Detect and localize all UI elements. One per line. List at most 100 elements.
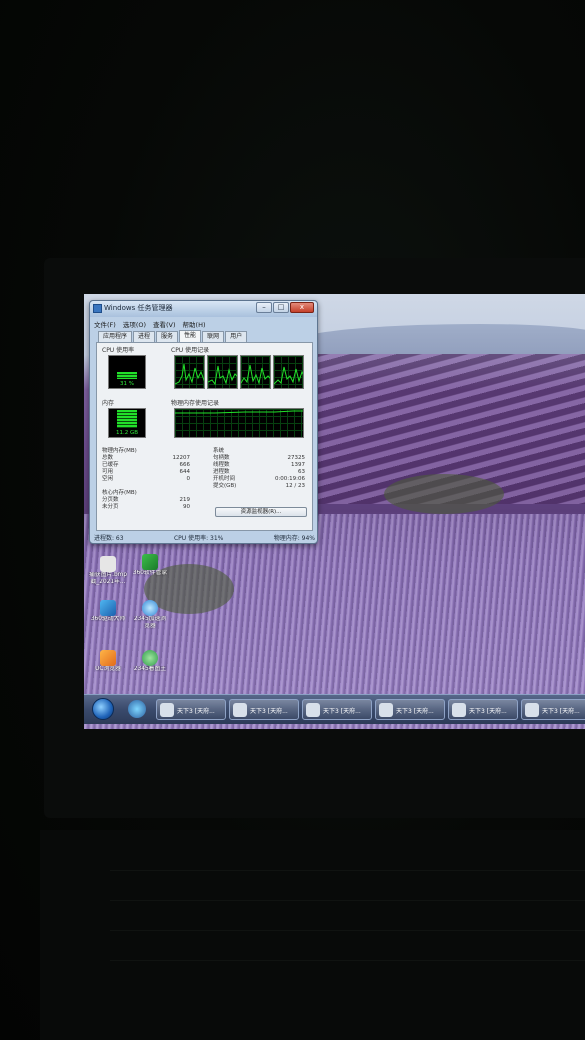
stat-label: 未分页	[102, 504, 119, 510]
cpu-history-graph-core-3	[240, 355, 271, 389]
game-icon	[452, 703, 466, 717]
game-icon	[379, 703, 393, 717]
tab-strip: 应用程序 进程 服务 性能 联网 用户	[98, 330, 248, 342]
desktop-icon-label: 览器	[144, 623, 156, 629]
taskbar-item[interactable]: 天下3 [天府...	[521, 699, 585, 720]
task-manager-window[interactable]: Windows 任务管理器 – □ x 文件(F) 选项(O) 查看(V) 帮助…	[89, 300, 318, 544]
2345-image-viewer-icon	[142, 650, 158, 666]
physical-memory-stats: 物理内存(MB) 总数 12207 已缓存 666 可用 644 空闲 0	[102, 447, 190, 483]
taskbar-item[interactable]: 天下3 [天府...	[229, 699, 299, 720]
desktop-icon-2345-image-viewer[interactable]: 2345看图王	[128, 650, 172, 673]
game-icon	[306, 703, 320, 717]
stat-row: 提交(GB) 12 / 23	[213, 483, 305, 490]
stat-row: 开机时间 0:00:19:06	[213, 476, 305, 483]
cpu-usage-readout: 31 %	[120, 381, 134, 387]
menu-file[interactable]: 文件(F)	[94, 319, 116, 329]
memory-history-graph	[174, 408, 304, 438]
desktop-icon-label: UC浏览器	[95, 666, 121, 672]
stat-label: 空闲	[102, 476, 114, 482]
maximize-button[interactable]: □	[273, 302, 289, 313]
quick-launch-icon[interactable]	[128, 700, 146, 718]
system-stats: 系统 句柄数 27325 线程数 1397 进程数 63 开机时间 0:00:19:06…	[213, 447, 305, 490]
cpu-history-graph-core-1	[174, 355, 205, 389]
taskbar-item-label: 天下3 [天府...	[396, 708, 434, 715]
stat-label: 开机时间	[213, 476, 236, 482]
cpu-history-graph-core-4	[273, 355, 304, 389]
stat-value: 1397	[291, 462, 305, 468]
desktop-icon-label: 捕获图片.bmp	[88, 572, 128, 578]
desktop-icon-screenshot[interactable]: 捕获图片.bmp 截_2021年...	[86, 556, 130, 586]
desktop-icon-label: 360驱动大师	[90, 616, 126, 622]
taskbar-item[interactable]: 天下3 [天府...	[302, 699, 372, 720]
start-button[interactable]	[92, 698, 114, 720]
memory-meter: 11.2 GB	[108, 408, 146, 438]
taskbar-item-label: 天下3 [天府...	[469, 708, 507, 715]
stat-row: 句柄数 27325	[213, 455, 305, 462]
tab-users[interactable]: 用户	[225, 331, 248, 342]
stat-value: 0	[186, 476, 191, 482]
stat-row: 线程数 1397	[213, 462, 305, 469]
tab-performance[interactable]: 性能	[179, 330, 202, 342]
window-title: Windows 任务管理器	[104, 304, 173, 312]
stat-value: 27325	[287, 455, 306, 461]
stat-value: 0:00:19:06	[274, 476, 305, 482]
stat-row: 可用 644	[102, 469, 190, 476]
cpu-history-label: CPU 使用记录	[171, 347, 210, 354]
menu-options[interactable]: 选项(O)	[123, 319, 146, 329]
status-cpu: CPU 使用率: 31%	[173, 535, 224, 542]
tab-applications[interactable]: 应用程序	[98, 331, 133, 342]
taskbar-item-label: 天下3 [天府...	[250, 708, 288, 715]
stat-label: 线程数	[213, 462, 230, 468]
desktop-icon-2345-browser[interactable]: 2345加速浏 览器	[128, 600, 172, 630]
cpu-usage-bar	[117, 372, 137, 379]
cpu-usage-label: CPU 使用率	[102, 347, 135, 354]
memory-usage-bar	[117, 410, 137, 428]
game-icon	[233, 703, 247, 717]
keyboard-area	[40, 830, 585, 1040]
stat-label: 分页数	[102, 497, 119, 503]
taskbar-item[interactable]: 天下3 [天府...	[156, 699, 226, 720]
kernel-memory-title: 核心内存(MB)	[102, 490, 137, 496]
stat-label: 提交(GB)	[213, 483, 237, 489]
desktop-icon-360-software-manager[interactable]: 360软件管家	[128, 554, 172, 577]
stat-row: 分页数 219	[102, 497, 190, 504]
stat-row: 已缓存 666	[102, 462, 190, 469]
tab-networking[interactable]: 联网	[202, 331, 225, 342]
desktop-icon-360-driver-master[interactable]: 360驱动大师	[86, 600, 130, 623]
wallpaper-mountains	[294, 324, 585, 354]
desktop-icon-label: 2345看图王	[133, 666, 167, 672]
stat-value: 644	[179, 469, 191, 475]
game-icon	[525, 703, 539, 717]
stat-value: 63	[298, 469, 305, 475]
image-file-icon	[100, 556, 116, 572]
taskbar-item-label: 天下3 [天府...	[177, 708, 215, 715]
title-bar[interactable]: Windows 任务管理器 – □ x	[90, 301, 317, 317]
menu-view[interactable]: 查看(V)	[153, 319, 176, 329]
desktop-icon-uc-browser[interactable]: UC浏览器	[86, 650, 130, 673]
360-software-manager-icon	[142, 554, 158, 570]
status-memory: 物理内存: 94%	[273, 535, 315, 542]
memory-readout: 11.2 GB	[115, 430, 139, 436]
tab-processes[interactable]: 进程	[133, 331, 156, 342]
performance-panel: CPU 使用率 31 % CPU 使用记录 内存 11.2 GB 物理内存使用记…	[96, 342, 313, 531]
taskbar-item[interactable]: 天下3 [天府...	[375, 699, 445, 720]
cpu-usage-meter: 31 %	[108, 355, 146, 389]
close-button[interactable]: x	[290, 302, 314, 313]
taskbar-item[interactable]: 天下3 [天府...	[448, 699, 518, 720]
stat-row: 空闲 0	[102, 476, 190, 483]
status-bar: 进程数: 63 CPU 使用率: 31% 物理内存: 94%	[94, 533, 315, 542]
menu-help[interactable]: 帮助(H)	[183, 319, 206, 329]
minimize-button[interactable]: –	[256, 302, 272, 313]
stat-value: 666	[179, 462, 191, 468]
360-driver-master-icon	[100, 600, 116, 616]
cpu-history-graph-core-2	[207, 355, 238, 389]
game-icon	[160, 703, 174, 717]
desktop-icon-label: 截_2021年...	[90, 579, 126, 585]
2345-browser-icon	[142, 600, 158, 616]
resource-monitor-button[interactable]: 资源监视器(R)...	[215, 507, 307, 517]
status-processes: 进程数: 63	[94, 535, 124, 542]
stat-label: 可用	[102, 469, 114, 475]
stat-label: 进程数	[213, 469, 230, 475]
tab-services[interactable]: 服务	[156, 331, 179, 342]
desktop-icon-label: 2345加速浏	[133, 616, 167, 622]
